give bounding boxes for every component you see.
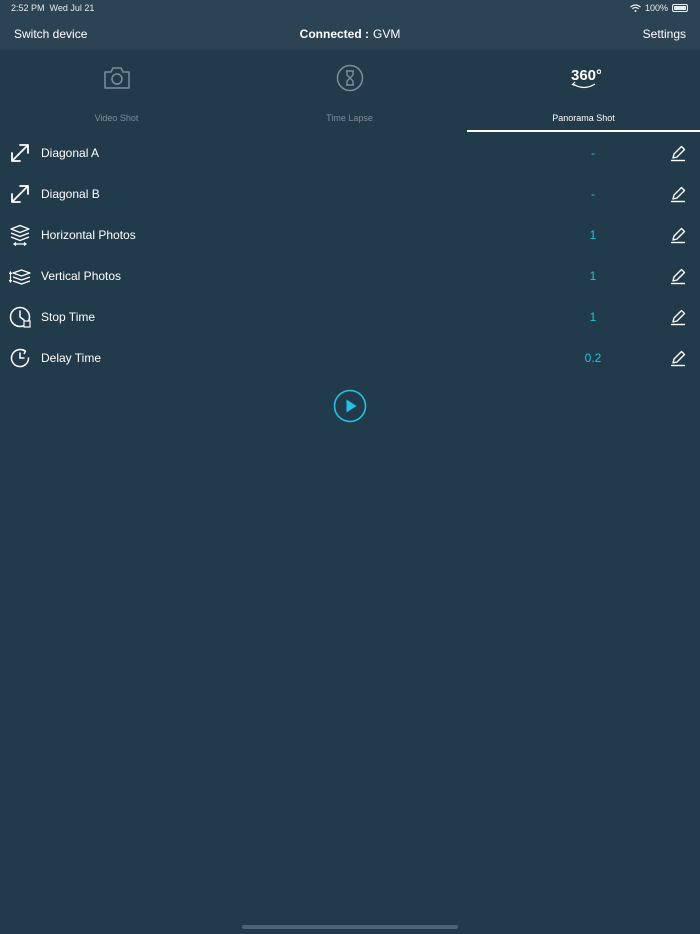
- connected-label: Connected :: [299, 27, 369, 41]
- row-vertical-photos: Vertical Photos 1: [0, 256, 700, 297]
- tab-time-lapse[interactable]: Time Lapse: [233, 50, 466, 132]
- status-bar: 2:52 PM Wed Jul 21 100%: [0, 0, 700, 16]
- row-diagonal-b: Diagonal B -: [0, 174, 700, 215]
- play-button[interactable]: [333, 389, 367, 423]
- delay-time-clock-icon: [10, 348, 30, 368]
- row-delay-time: Delay Time 0.2: [0, 338, 700, 379]
- row-value: 1: [589, 310, 597, 324]
- tab-label: Panorama Shot: [552, 113, 615, 123]
- panorama-360-icon: 360°: [571, 67, 601, 89]
- home-indicator: [242, 925, 458, 929]
- row-value: 1: [589, 228, 597, 242]
- device-name: GVM: [373, 27, 401, 41]
- wifi-icon: [630, 4, 641, 12]
- edit-icon[interactable]: [669, 185, 687, 203]
- camera-icon: [103, 67, 130, 89]
- status-time-date: 2:52 PM Wed Jul 21: [11, 3, 94, 13]
- battery-percent: 100%: [644, 3, 668, 13]
- edit-icon[interactable]: [669, 349, 687, 367]
- edit-icon[interactable]: [669, 308, 687, 326]
- edit-icon[interactable]: [669, 226, 687, 244]
- row-value: 0.2: [584, 351, 602, 365]
- settings-button[interactable]: Settings: [643, 27, 686, 41]
- panorama-settings-list: Diagonal A - Diagonal B - Horizontal Pho…: [0, 133, 700, 379]
- row-horizontal-photos: Horizontal Photos 1: [0, 215, 700, 256]
- row-diagonal-a: Diagonal A -: [0, 133, 700, 174]
- row-value: 1: [589, 269, 597, 283]
- tab-label: Video Shot: [94, 113, 139, 123]
- tab-panorama-shot[interactable]: 360° Panorama Shot: [467, 50, 700, 132]
- edit-icon[interactable]: [669, 267, 687, 285]
- row-label: Diagonal A: [41, 146, 100, 160]
- stop-time-clock-icon: [9, 306, 31, 328]
- diagonal-arrow-icon: [11, 185, 29, 203]
- tab-video-shot[interactable]: Video Shot: [0, 50, 233, 132]
- row-label: Stop Time: [41, 310, 96, 324]
- row-value: -: [591, 187, 595, 201]
- row-label: Vertical Photos: [41, 269, 122, 283]
- hourglass-icon: [336, 64, 363, 92]
- row-label: Horizontal Photos: [41, 228, 136, 242]
- connection-status: Connected : GVM: [0, 27, 700, 41]
- active-tab-indicator: [467, 130, 700, 132]
- app-screen: 2:52 PM Wed Jul 21 100% Switch device Co…: [0, 0, 700, 934]
- panorama-360-text: 360°: [571, 67, 601, 84]
- edit-icon[interactable]: [669, 144, 687, 162]
- row-value: -: [591, 146, 595, 160]
- status-date: Wed Jul 21: [49, 3, 95, 13]
- status-indicators: 100%: [630, 3, 688, 13]
- play-icon: [346, 399, 357, 413]
- horizontal-layers-icon: [10, 224, 30, 246]
- battery-icon: [672, 4, 688, 12]
- row-label: Diagonal B: [41, 187, 100, 201]
- row-stop-time: Stop Time 1: [0, 297, 700, 338]
- nav-bar: Switch device Connected : GVM Settings: [0, 16, 700, 50]
- diagonal-arrow-icon: [11, 144, 29, 162]
- tab-label: Time Lapse: [326, 113, 373, 123]
- status-time: 2:52 PM: [11, 3, 45, 13]
- mode-tabs: Video Shot Time Lapse 360° Panorama Shot: [0, 50, 700, 132]
- row-label: Delay Time: [41, 351, 102, 365]
- vertical-layers-icon: [9, 269, 31, 285]
